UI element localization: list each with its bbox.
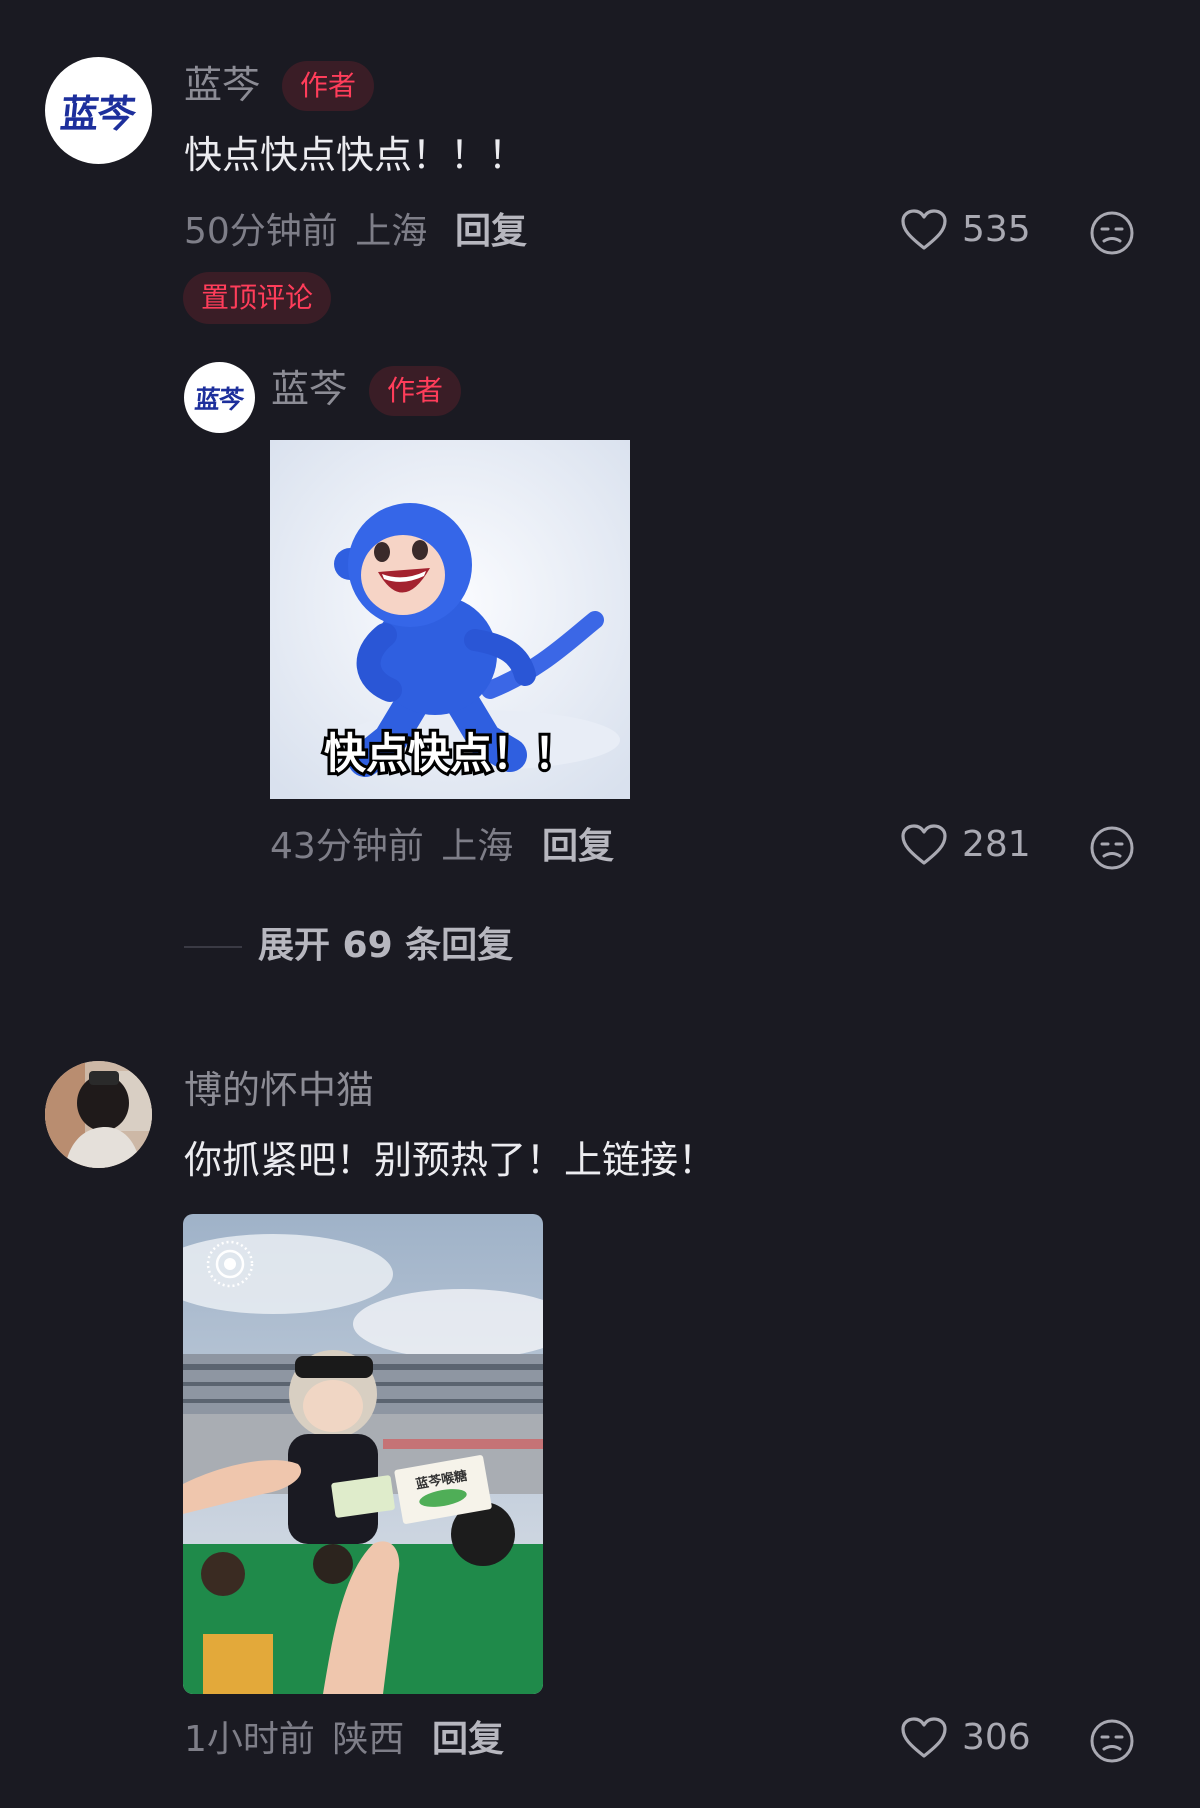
like-button[interactable]: 281 (900, 823, 1031, 867)
comment-text: 你抓紧吧！别预热了！上链接！ (184, 1138, 717, 1182)
like-count: 281 (962, 824, 1031, 865)
heart-icon (901, 824, 947, 865)
reply-button[interactable]: 回复 (432, 1718, 504, 1762)
sticker-caption: 快点快点！！ (324, 730, 576, 777)
comment-location: 陕西 (332, 1719, 405, 1760)
reply-button[interactable]: 回复 (455, 210, 527, 254)
username[interactable]: 蓝芩 (184, 62, 260, 108)
avatar-logo-text: 蓝芩 (58, 91, 138, 136)
comment-text: 快点快点快点！！！ (184, 133, 527, 177)
username[interactable]: 蓝芩 (271, 366, 347, 412)
comment-photo[interactable]: 蓝芩喉糖 (183, 1214, 543, 1694)
comment-meta: 1小时前 陕西 (184, 1718, 404, 1762)
avatar[interactable] (45, 1061, 152, 1168)
like-button[interactable]: 535 (900, 208, 1031, 252)
like-count: 306 (962, 1717, 1031, 1758)
heart-icon (901, 209, 947, 250)
heart-icon (901, 1717, 947, 1758)
reply-button[interactable]: 回复 (542, 825, 614, 869)
avatar[interactable]: 蓝芩 (184, 362, 255, 433)
expand-divider (184, 946, 242, 948)
avatar-logo-text: 蓝芩 (193, 384, 245, 414)
comment-meta: 50分钟前 上海 (184, 210, 427, 254)
avatar[interactable]: 蓝芩 (45, 57, 152, 164)
author-badge: 作者 (369, 366, 462, 416)
pinned-badge: 置顶评论 (183, 272, 332, 324)
expand-replies-button[interactable]: 展开 69 条回复 (258, 924, 513, 968)
sticker-image[interactable]: 快点快点！！ (270, 440, 630, 799)
dislike-face-icon[interactable] (1089, 1718, 1135, 1764)
comment-location: 上海 (355, 211, 428, 252)
like-button[interactable]: 306 (900, 1716, 1031, 1760)
username[interactable]: 博的怀中猫 (184, 1067, 374, 1113)
blue-monkey-sticker: 快点快点！！ (270, 440, 630, 799)
user-photo-avatar (45, 1061, 152, 1168)
comment-time: 1小时前 (184, 1719, 315, 1760)
like-count: 535 (962, 209, 1031, 250)
comment-time: 43分钟前 (270, 826, 424, 867)
comment-location: 上海 (441, 826, 514, 867)
comment-meta: 43分钟前 上海 (270, 825, 513, 869)
comment-time: 50分钟前 (184, 211, 338, 252)
author-badge: 作者 (282, 61, 375, 111)
dislike-face-icon[interactable] (1089, 825, 1135, 871)
dislike-face-icon[interactable] (1089, 210, 1135, 256)
racetrack-photo: 蓝芩喉糖 (183, 1214, 543, 1694)
